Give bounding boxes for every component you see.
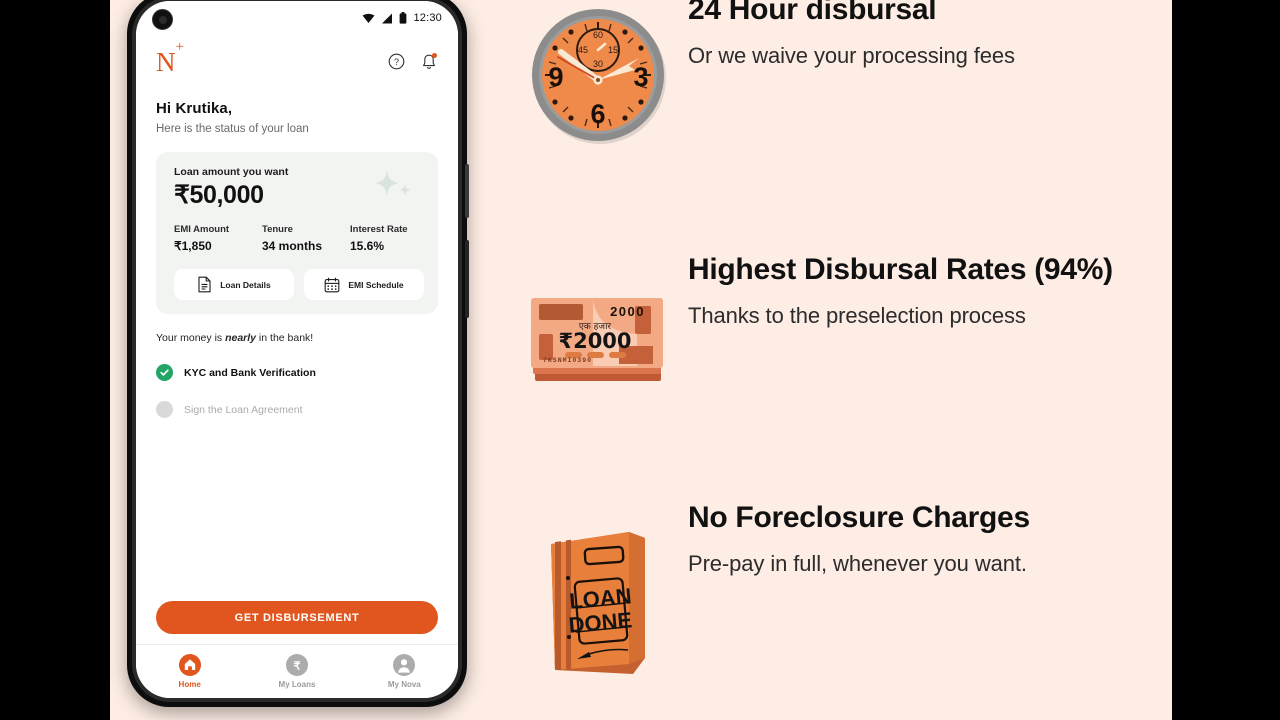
status-bar-time: 12:30 [413, 12, 442, 24]
notification-badge-dot [432, 53, 437, 58]
greeting-subtitle: Here is the status of your loan [156, 123, 309, 135]
nav-label-my-nova: My Nova [387, 680, 421, 689]
feature-subtitle: Pre-pay in full, whenever you want. [688, 551, 1027, 577]
signal-icon [382, 13, 393, 23]
cta-container: GET DISBURSEMENT [136, 601, 458, 634]
pending-circle-icon [156, 401, 173, 418]
status-step-label: Sign the Loan Agreement [184, 403, 303, 416]
status-step-sign-agreement: Sign the Loan Agreement [156, 401, 438, 418]
feature-24-hour-disbursal: 60 15 30 45 9 3 6 24 Hour disbursal Or w… [508, 0, 1172, 146]
loan-details-label: Loan Details [220, 279, 271, 290]
feature-title: 24 Hour disbursal [688, 0, 937, 26]
feature-text: No Foreclosure Charges Pre-pay in full, … [688, 500, 1172, 579]
stat-tenure: Tenure 34 months [262, 224, 350, 253]
emi-schedule-label: EMI Schedule [348, 279, 404, 290]
feature-no-foreclosure-charges: LOAN DONE No Foreclosure Charges Pre-pay… [508, 500, 1172, 684]
front-camera-punch-hole [152, 9, 173, 30]
bell-icon[interactable] [421, 53, 438, 72]
feature-art: LOAN DONE [508, 500, 688, 684]
loan-status-section: Your money is nearly in the bank! KYC an… [136, 314, 458, 418]
rupee-circle-icon: ₹ [285, 654, 308, 676]
check-circle-icon [156, 364, 173, 381]
screenshot-stage: 12:30 N+ ? Hi Krutika, Here is the statu… [0, 0, 1280, 720]
status-heading: Your money is nearly in the bank! [156, 332, 438, 344]
nav-item-my-nova[interactable]: My Nova [351, 654, 458, 689]
loan-stats-row: EMI Amount ₹1,850 Tenure 34 months Inter… [174, 224, 424, 253]
stat-value: ₹1,850 [174, 239, 212, 253]
stat-emi-amount: EMI Amount ₹1,850 [174, 224, 262, 253]
emi-schedule-button[interactable]: EMI Schedule [304, 269, 424, 300]
svg-text:15: 15 [608, 45, 618, 55]
logo-plus: + [175, 38, 184, 55]
nav-label-home: Home [178, 680, 201, 689]
get-disbursement-button[interactable]: GET DISBURSEMENT [156, 601, 438, 634]
svg-text:6: 6 [590, 99, 605, 129]
phone-volume-button[interactable] [465, 240, 469, 318]
svg-text:?: ? [394, 57, 399, 67]
status-step-label: KYC and Bank Verification [184, 366, 316, 379]
feature-text: 24 Hour disbursal Or we waive your proce… [688, 0, 1172, 71]
svg-text:2000: 2000 [610, 304, 645, 319]
status-step-kyc: KYC and Bank Verification [156, 364, 438, 381]
stat-interest-rate: Interest Rate 15.6% [350, 224, 424, 253]
feature-title: No Foreclosure Charges [688, 501, 1030, 534]
header-icon-group: ? [388, 53, 438, 72]
app-header: N+ ? [136, 35, 458, 82]
status-heading-emphasis: nearly [225, 332, 257, 344]
svg-text:3: 3 [633, 62, 648, 92]
calendar-icon [325, 277, 340, 292]
feature-art: 60 15 30 45 9 3 6 [508, 0, 688, 146]
stat-value: 15.6% [350, 239, 385, 253]
nova-logo: N+ [156, 39, 184, 77]
sparkle-icon [375, 170, 411, 196]
nav-label-my-loans: My Loans [278, 680, 316, 689]
feature-text: Highest Disbursal Rates (94%) Thanks to … [688, 252, 1172, 331]
feature-subtitle: Thanks to the preselection process [688, 303, 1026, 329]
status-heading-after: in the bank! [256, 332, 314, 344]
feature-title: Highest Disbursal Rates (94%) [688, 253, 1113, 286]
stat-label: Interest Rate [350, 224, 408, 235]
document-icon [198, 276, 211, 293]
svg-text:9: 9 [548, 62, 563, 92]
phone-screen: 12:30 N+ ? Hi Krutika, Here is the statu… [136, 1, 458, 698]
battery-icon [400, 12, 407, 24]
home-icon [178, 654, 201, 676]
feature-subtitle: Or we waive your processing fees [688, 43, 1015, 69]
svg-text:₹: ₹ [293, 660, 300, 672]
bottom-navigation: Home ₹ My Loans My Nova [136, 644, 458, 698]
greeting-block: Hi Krutika, Here is the status of your l… [136, 82, 458, 135]
svg-text:₹2000: ₹2000 [558, 329, 631, 353]
wall-clock-icon: 60 15 30 45 9 3 6 [532, 9, 666, 144]
nav-item-home[interactable]: Home [136, 654, 243, 689]
person-icon [393, 654, 416, 676]
stat-value: 34 months [262, 239, 323, 253]
cash-stack-icon: 2000 एक हजार ₹2000 7KSNMI0390 [531, 298, 663, 381]
nav-item-my-loans[interactable]: ₹ My Loans [243, 654, 350, 689]
loan-card-actions: Loan Details EMI Schedule [174, 269, 424, 300]
help-circle-icon[interactable]: ? [388, 53, 405, 72]
feature-list: 60 15 30 45 9 3 6 24 Hour disbursal Or w… [508, 0, 1172, 720]
loan-details-button[interactable]: Loan Details [174, 269, 294, 300]
video-content-area: 12:30 N+ ? Hi Krutika, Here is the statu… [110, 0, 1172, 720]
loan-summary-card: Loan amount you want ₹50,000 EMI Amount … [156, 152, 438, 314]
phone-mockup: 12:30 N+ ? Hi Krutika, Here is the statu… [127, 0, 469, 707]
stat-label: EMI Amount [174, 224, 230, 235]
status-bar: 12:30 [136, 1, 458, 35]
feature-highest-disbursal-rates: 2000 एक हजार ₹2000 7KSNMI0390 Highest Di… [508, 252, 1172, 400]
feature-art: 2000 एक हजार ₹2000 7KSNMI0390 [508, 252, 688, 400]
svg-text:7KSNMI0390: 7KSNMI0390 [543, 357, 592, 364]
svg-text:45: 45 [578, 45, 588, 55]
wifi-icon [362, 13, 375, 23]
stat-label: Tenure [262, 224, 293, 235]
svg-text:30: 30 [593, 59, 603, 69]
status-heading-before: Your money is [156, 332, 226, 344]
logo-letter: N [156, 47, 176, 77]
phone-power-button[interactable] [465, 164, 469, 218]
greeting-title: Hi Krutika, [156, 100, 233, 117]
loan-folder-icon: LOAN DONE [551, 532, 645, 674]
svg-text:60: 60 [593, 30, 603, 40]
